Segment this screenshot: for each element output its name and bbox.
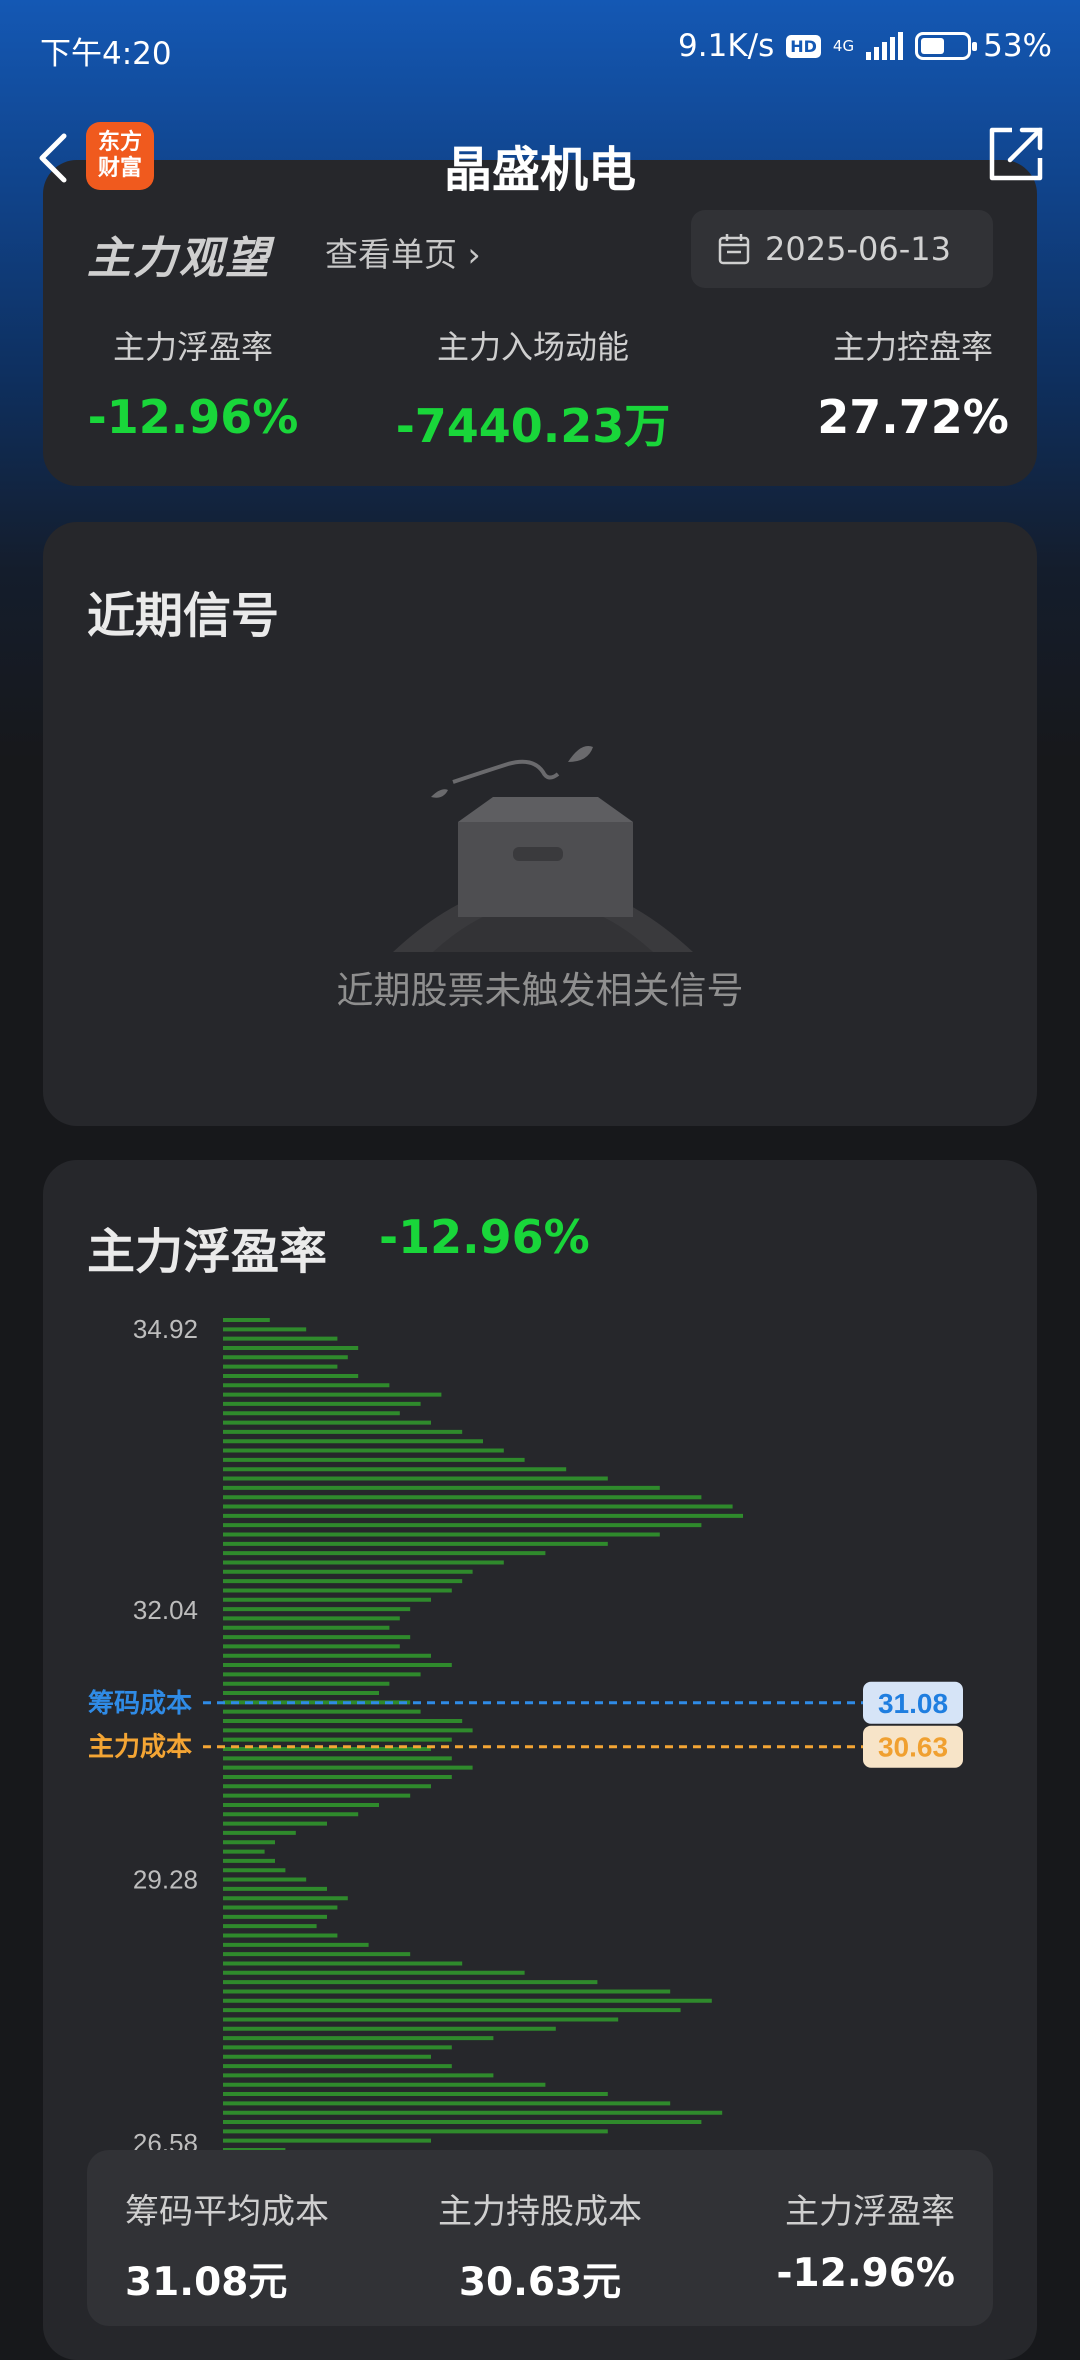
network-speed: 9.1K/s (678, 28, 775, 64)
page-title: 晶盛机电 (443, 142, 636, 198)
battery-percent: 53% (983, 28, 1052, 64)
metric-value: 27.72% (817, 390, 1009, 444)
share-icon[interactable] (986, 124, 1046, 184)
empty-box-illustration (393, 746, 693, 952)
status-time: 下午4:20 (40, 36, 172, 72)
main-cost-value: 30.63 (878, 1732, 948, 1763)
app-header: 东方 财富 晶盛机电 (0, 110, 1080, 210)
hd-icon: HD (786, 34, 821, 58)
y-tick-label: 32.04 (133, 1595, 198, 1625)
view-single-page-link[interactable]: 查看单页 › (325, 228, 481, 276)
status-bar: 下午4:20 9.1K/s HD 4G 53% (0, 0, 1080, 100)
main-force-status: 主力观望 (87, 233, 271, 284)
cost-summary-box: 筹码平均成本 31.08元 主力持股成本 30.63元 主力浮盈率 -12.96… (87, 2150, 993, 2326)
recent-signals-card: 近期信号 近期股票未触发相关信号 (43, 522, 1037, 1126)
network-type-icon: 4G (832, 36, 855, 55)
y-tick-label: 29.28 (133, 1865, 198, 1895)
chevron-right-icon: › (467, 235, 481, 274)
chip-cost-label: 筹码成本 (88, 1688, 192, 1719)
battery-icon (915, 32, 978, 60)
date-picker[interactable]: 2025-06-13 (691, 210, 993, 288)
metric-label: 主力控盘率 (832, 328, 993, 366)
metric-floating-profit: 主力浮盈率 -12.96% (83, 322, 303, 444)
metric-value: -12.96% (87, 390, 299, 444)
chip-distribution-chart: 34.9232.0429.2826.58筹码成本 31.08主力成本 30.63 (88, 1314, 963, 2158)
metric-entry-momentum: 主力入场动能 -7440.23万 (373, 322, 693, 456)
metric-label: 主力浮盈率 (112, 328, 273, 366)
metric-label: 主力入场动能 (436, 328, 629, 366)
view-single-page-label: 查看单页 (325, 235, 457, 274)
calendar-icon (718, 234, 750, 265)
y-tick-label: 34.92 (133, 1314, 198, 1344)
empty-signals-text: 近期股票未触发相关信号 (336, 969, 744, 1012)
summary-label: 主力浮盈率 (785, 2192, 955, 2232)
main-cost-label: 主力成本 (88, 1733, 192, 1763)
status-right: 9.1K/s HD 4G 53% (678, 28, 1052, 64)
summary-main-profit-rate: 主力浮盈率 -12.96% (776, 2184, 955, 2296)
date-value: 2025-06-13 (765, 230, 951, 268)
metric-value: -7440.23万 (395, 399, 671, 453)
chip-cost-value: 31.08 (878, 1688, 948, 1719)
profit-section-value: -12.96% (379, 1210, 590, 1264)
metric-control-rate: 主力控盘率 27.72% (803, 322, 1023, 444)
recent-signals-title: 近期信号 (87, 588, 280, 644)
main-force-profit-card: 主力浮盈率 -12.96% 34.92 32.04 29.28 26.58 筹码成本 31… (43, 1160, 1037, 2360)
signal-icon (866, 32, 904, 60)
summary-value: -12.96% (776, 2251, 955, 2296)
